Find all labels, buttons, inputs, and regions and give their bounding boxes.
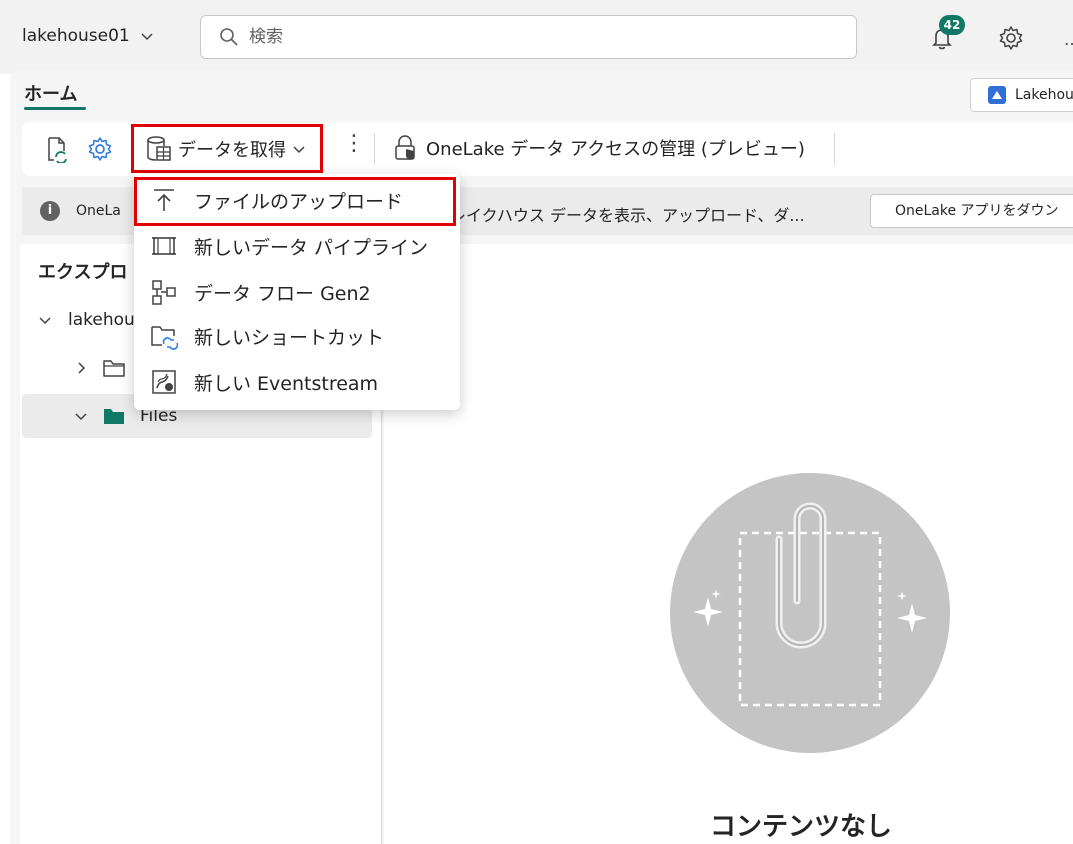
paperclip-illustration-icon [670,473,950,753]
menu-item-label: 新しい Eventstream [194,372,379,395]
tree-item-label: lakehou [68,310,135,330]
onelake-access-label: OneLake データ アクセスの管理 (プレビュー) [426,139,805,160]
tree-item-lakehouse[interactable]: lakehou [38,310,135,330]
menu-item-new-eventstream[interactable]: 新しい Eventstream [150,368,378,396]
overflow-icon[interactable]: … [1064,30,1073,49]
lakehouse-switch-button[interactable]: Lakehou [970,78,1073,112]
lock-shield-icon [394,135,418,161]
tab-active-indicator [24,107,86,110]
pipeline-icon [150,232,178,260]
chevron-right-icon[interactable] [76,361,88,375]
gear-icon [999,26,1023,50]
lakehouse-settings-button[interactable] [86,135,114,163]
lakehouse-icon [987,85,1007,105]
refresh-icon [48,137,67,163]
dataflow-icon [150,278,178,306]
gear-icon [88,137,112,161]
menu-item-label: 新しいデータ パイプライン [194,236,429,259]
info-icon: i [40,201,60,221]
tab-home[interactable]: ホーム [24,80,77,106]
search-icon [219,27,239,47]
info-banner-text: OneLa [76,203,121,219]
menu-item-new-shortcut[interactable]: 新しいショートカット [150,322,384,350]
shortcut-icon [150,322,178,350]
menu-item-label: データ フロー Gen2 [194,282,371,305]
more-options-button[interactable]: ⋮ [343,133,365,155]
lakehouse-button-label: Lakehou [1015,87,1073,103]
empty-state-text: コンテンツなし [710,812,893,842]
tree-item-tables[interactable] [76,358,126,378]
chevron-down-icon[interactable] [38,313,52,327]
search-box[interactable] [200,15,857,59]
notification-badge: 42 [939,15,965,35]
folder-icon [102,358,126,378]
search-input[interactable] [249,27,809,47]
menu-item-new-pipeline[interactable]: 新しいデータ パイプライン [150,232,428,260]
refresh-button[interactable] [42,135,70,163]
settings-button[interactable] [997,24,1025,52]
menu-item-label: 新しいショートカット [194,326,385,349]
eventstream-icon [150,368,178,396]
workspace-selector[interactable]: lakehouse01 [22,26,154,46]
onelake-access-button[interactable]: OneLake データ アクセスの管理 (プレビュー) [394,135,805,161]
upload-highlight-box [134,177,456,226]
explorer-title: エクスプロ [38,262,128,283]
download-onelake-app-button[interactable]: OneLake アプリをダウン [870,194,1073,228]
menu-item-dataflow-gen2[interactable]: データ フロー Gen2 [150,278,371,306]
toolbar-divider [374,133,375,165]
toolbar-divider [834,133,835,165]
chevron-down-icon[interactable] [74,409,88,423]
workspace-name: lakehouse01 [22,26,130,46]
chevron-down-icon [140,29,154,43]
get-data-highlight-box [131,124,323,173]
folder-filled-icon [102,406,126,426]
info-banner-text-rest: レイクハウス データを表示、アップロード、ダ... [450,206,805,225]
